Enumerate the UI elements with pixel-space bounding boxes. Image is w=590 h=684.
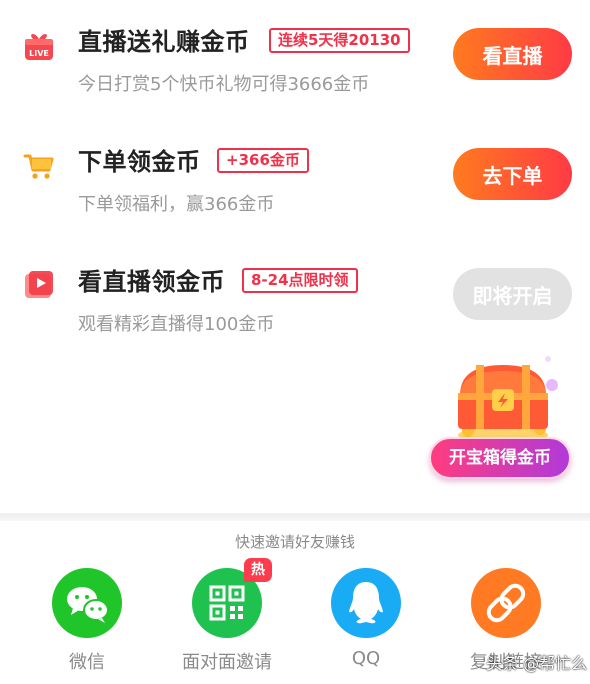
task-live-gift: LIVE 直播送礼赚金币 连续5天得20130 今日打赏5个快币礼物可得3666… bbox=[0, 10, 590, 120]
share-label: 微信 bbox=[69, 652, 105, 673]
task-reward-tag: 连续5天得20130 bbox=[269, 28, 410, 53]
task-subtitle: 下单领福利，赢366金币 bbox=[78, 194, 275, 215]
open-treasure-button[interactable]: 开宝箱得金币 bbox=[429, 437, 571, 479]
watermark: 头条 @帮忙么 bbox=[486, 654, 588, 673]
task-subtitle: 今日打赏5个快币礼物可得3666金币 bbox=[78, 74, 370, 95]
qq-icon bbox=[331, 568, 401, 638]
task-watch-live: 看直播领金币 8-24点限时领 观看精彩直播得100金币 即将开启 bbox=[0, 250, 590, 360]
place-order-button[interactable]: 去下单 bbox=[453, 148, 572, 200]
share-wechat[interactable]: 微信 bbox=[17, 568, 157, 678]
treasure-chest-icon bbox=[448, 355, 558, 445]
task-subtitle: 观看精彩直播得100金币 bbox=[78, 314, 275, 335]
treasure-chest-widget[interactable]: 开宝箱得金币 bbox=[426, 350, 576, 485]
hot-badge: 热 bbox=[244, 558, 272, 582]
watch-live-button[interactable]: 看直播 bbox=[453, 28, 572, 80]
share-heading: 快速邀请好友赚钱 bbox=[234, 533, 355, 551]
task-reward-tag: +366金币 bbox=[217, 148, 309, 173]
wechat-icon bbox=[52, 568, 122, 638]
share-qq[interactable]: QQ bbox=[296, 568, 436, 678]
task-place-order: 下单领金币 +366金币 下单领福利，赢366金币 去下单 bbox=[0, 130, 590, 240]
task-title: 看直播领金币 bbox=[78, 268, 225, 296]
shopping-cart-icon bbox=[22, 148, 56, 182]
task-reward-tag: 8-24点限时领 bbox=[242, 268, 358, 293]
share-label: QQ bbox=[351, 648, 381, 669]
live-gift-icon: LIVE bbox=[22, 28, 56, 62]
svg-text:LIVE: LIVE bbox=[29, 49, 49, 58]
task-title: 下单领金币 bbox=[78, 148, 201, 176]
share-face-to-face[interactable]: 面对面邀请 bbox=[157, 568, 297, 678]
task-title: 直播送礼赚金币 bbox=[78, 28, 250, 56]
section-divider bbox=[0, 513, 590, 521]
video-play-icon bbox=[22, 268, 56, 302]
share-label: 面对面邀请 bbox=[182, 652, 272, 673]
coming-soon-button[interactable]: 即将开启 bbox=[453, 268, 572, 320]
link-icon bbox=[471, 568, 541, 638]
